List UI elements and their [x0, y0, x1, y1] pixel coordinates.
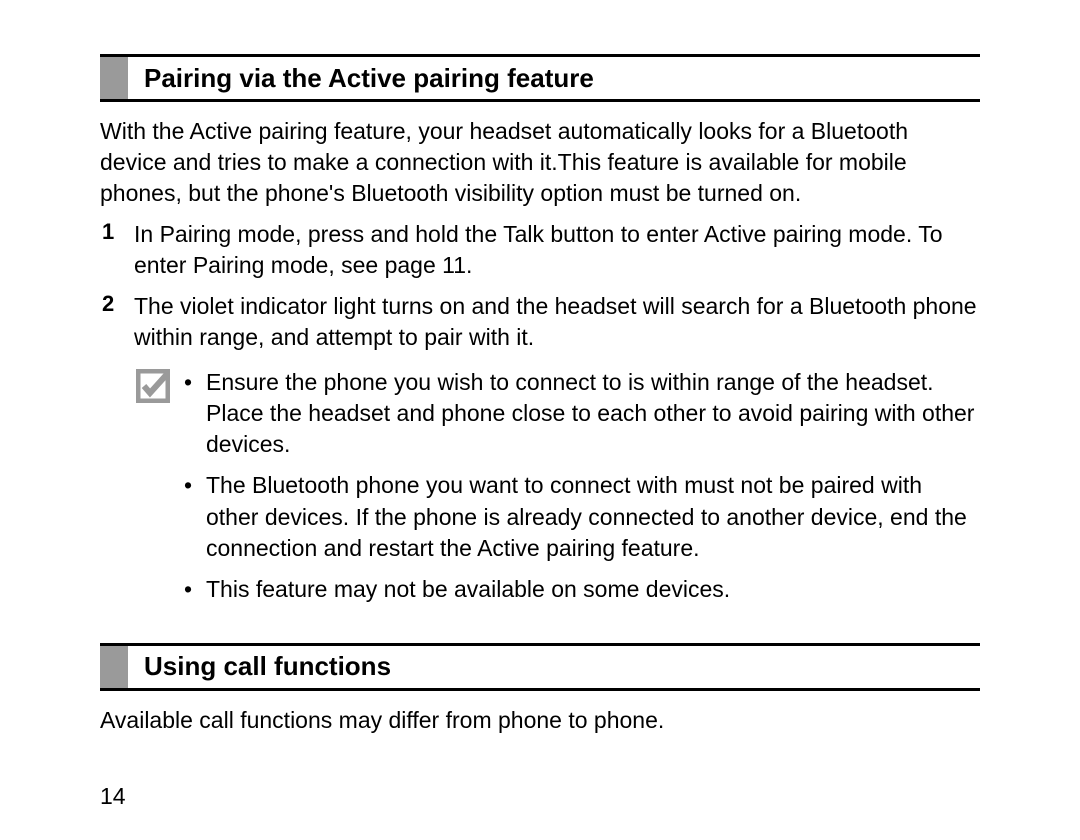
note-bullets: • Ensure the phone you wish to connect t…	[178, 367, 980, 614]
manual-page: Pairing via the Active pairing feature W…	[0, 0, 1080, 736]
section-heading-call-functions: Using call functions	[100, 643, 980, 691]
heading-accent-bar	[100, 57, 128, 99]
note-text: The Bluetooth phone you want to connect …	[206, 470, 980, 563]
heading-title: Using call functions	[128, 646, 391, 688]
page-number: 14	[100, 783, 126, 810]
bullet-dot: •	[178, 470, 206, 563]
step-number: 2	[100, 291, 134, 353]
bullet-dot: •	[178, 574, 206, 605]
note-block: • Ensure the phone you wish to connect t…	[136, 367, 980, 614]
step-text: In Pairing mode, press and hold the Talk…	[134, 219, 980, 281]
checkmark-icon	[136, 367, 178, 614]
numbered-steps: 1 In Pairing mode, press and hold the Ta…	[100, 219, 980, 353]
step-item: 2 The violet indicator light turns on an…	[100, 291, 980, 353]
heading-title: Pairing via the Active pairing feature	[128, 57, 594, 99]
heading-accent-bar	[100, 646, 128, 688]
note-item: • Ensure the phone you wish to connect t…	[178, 367, 980, 460]
section-heading-pairing: Pairing via the Active pairing feature	[100, 54, 980, 102]
note-text: Ensure the phone you wish to connect to …	[206, 367, 980, 460]
note-text: This feature may not be available on som…	[206, 574, 980, 605]
note-item: • The Bluetooth phone you want to connec…	[178, 470, 980, 563]
step-number: 1	[100, 219, 134, 281]
section-body: Available call functions may differ from…	[100, 705, 980, 736]
step-item: 1 In Pairing mode, press and hold the Ta…	[100, 219, 980, 281]
step-text: The violet indicator light turns on and …	[134, 291, 980, 353]
bullet-dot: •	[178, 367, 206, 460]
note-item: • This feature may not be available on s…	[178, 574, 980, 605]
section-intro: With the Active pairing feature, your he…	[100, 116, 980, 209]
